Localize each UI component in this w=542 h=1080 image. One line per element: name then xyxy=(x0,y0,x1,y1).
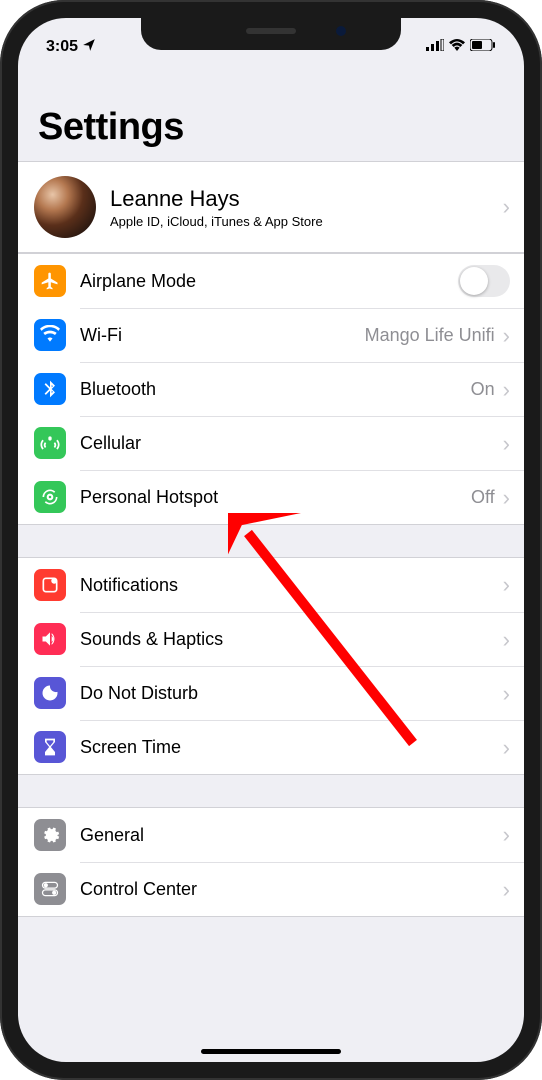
row-general[interactable]: General› xyxy=(18,808,524,862)
settings-group: Notifications›Sounds & Haptics›Do Not Di… xyxy=(18,557,524,775)
row-label: Cellular xyxy=(80,433,503,454)
cellular-icon xyxy=(34,427,66,459)
chevron-right-icon: › xyxy=(503,824,510,846)
row-value: Mango Life Unifi xyxy=(365,325,495,346)
switches-icon xyxy=(34,873,66,905)
settings-group: Airplane ModeWi-FiMango Life Unifi›Bluet… xyxy=(18,253,524,525)
chevron-right-icon: › xyxy=(503,879,510,901)
row-label: Airplane Mode xyxy=(80,271,458,292)
chevron-right-icon: › xyxy=(503,196,510,218)
account-group: Leanne Hays Apple ID, iCloud, iTunes & A… xyxy=(18,161,524,253)
chevron-right-icon: › xyxy=(503,629,510,651)
row-label: Notifications xyxy=(80,575,503,596)
chevron-right-icon: › xyxy=(503,325,510,347)
row-label: Do Not Disturb xyxy=(80,683,503,704)
notch xyxy=(141,18,401,50)
gear-icon xyxy=(34,819,66,851)
row-hotspot[interactable]: Personal HotspotOff › xyxy=(18,470,524,524)
row-label: General xyxy=(80,825,503,846)
row-value: On xyxy=(471,379,495,400)
wifi-status-icon xyxy=(449,38,465,56)
row-notifications[interactable]: Notifications› xyxy=(18,558,524,612)
sounds-icon xyxy=(34,623,66,655)
row-label: Screen Time xyxy=(80,737,503,758)
row-label: Wi-Fi xyxy=(80,325,365,346)
row-bluetooth[interactable]: BluetoothOn › xyxy=(18,362,524,416)
cellular-signal-icon xyxy=(426,38,444,56)
location-arrow-icon xyxy=(82,38,96,57)
notifications-icon xyxy=(34,569,66,601)
row-screentime[interactable]: Screen Time› xyxy=(18,720,524,774)
avatar xyxy=(34,176,96,238)
wifi-icon xyxy=(34,319,66,351)
hotspot-icon xyxy=(34,481,66,513)
moon-icon xyxy=(34,677,66,709)
content[interactable]: Settings Leanne Hays Apple ID, iCloud, i… xyxy=(18,18,524,917)
row-wifi[interactable]: Wi-FiMango Life Unifi › xyxy=(18,308,524,362)
row-dnd[interactable]: Do Not Disturb› xyxy=(18,666,524,720)
chevron-right-icon: › xyxy=(503,433,510,455)
row-label: Sounds & Haptics xyxy=(80,629,503,650)
chevron-right-icon: › xyxy=(503,683,510,705)
row-airplane[interactable]: Airplane Mode xyxy=(18,254,524,308)
row-controlcenter[interactable]: Control Center› xyxy=(18,862,524,916)
row-value: Off xyxy=(471,487,495,508)
chevron-right-icon: › xyxy=(503,487,510,509)
account-row[interactable]: Leanne Hays Apple ID, iCloud, iTunes & A… xyxy=(18,162,524,252)
hourglass-icon xyxy=(34,731,66,763)
row-label: Personal Hotspot xyxy=(80,487,471,508)
airplane-toggle[interactable] xyxy=(458,265,510,297)
bluetooth-icon xyxy=(34,373,66,405)
row-sounds[interactable]: Sounds & Haptics› xyxy=(18,612,524,666)
chevron-right-icon: › xyxy=(503,574,510,596)
row-label: Bluetooth xyxy=(80,379,471,400)
battery-icon xyxy=(470,38,496,56)
account-name: Leanne Hays xyxy=(110,186,503,212)
home-indicator[interactable] xyxy=(201,1049,341,1054)
settings-group: General›Control Center› xyxy=(18,807,524,917)
chevron-right-icon: › xyxy=(503,737,510,759)
chevron-right-icon: › xyxy=(503,379,510,401)
row-label: Control Center xyxy=(80,879,503,900)
page-title: Settings xyxy=(18,98,524,161)
airplane-icon xyxy=(34,265,66,297)
phone-frame: 3:05 Settings xyxy=(0,0,542,1080)
status-time: 3:05 xyxy=(46,38,78,56)
account-subtitle: Apple ID, iCloud, iTunes & App Store xyxy=(110,214,503,229)
screen: 3:05 Settings xyxy=(18,18,524,1062)
row-cellular[interactable]: Cellular› xyxy=(18,416,524,470)
